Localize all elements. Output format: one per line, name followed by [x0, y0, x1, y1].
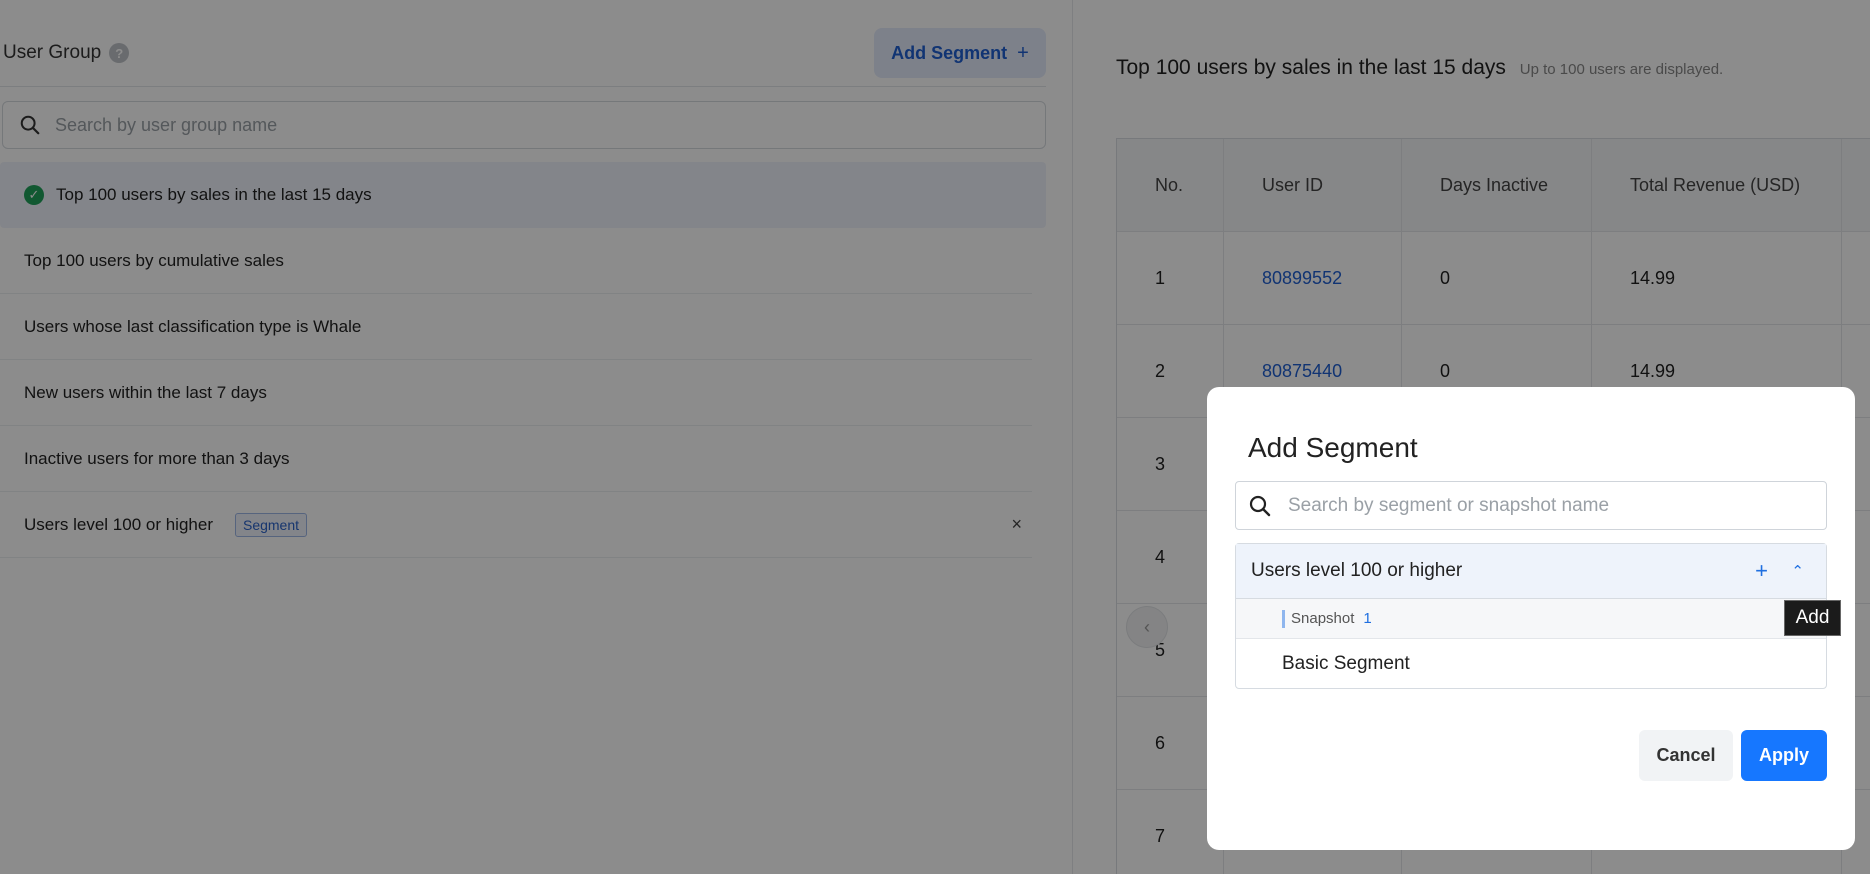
cancel-button[interactable]: Cancel: [1639, 730, 1733, 781]
segment-group-header[interactable]: Users level 100 or higher + ⌃: [1236, 544, 1826, 599]
search-icon: [1249, 495, 1271, 516]
basic-segment-row[interactable]: Basic Segment: [1236, 639, 1826, 688]
snapshot-count: 1: [1363, 610, 1372, 627]
basic-segment-label: Basic Segment: [1282, 652, 1410, 674]
chevron-up-icon[interactable]: ⌃: [1791, 562, 1804, 580]
modal-title: Add Segment: [1248, 432, 1418, 463]
plus-icon[interactable]: +: [1755, 558, 1768, 584]
add-tooltip: Add: [1784, 600, 1841, 636]
snapshot-indicator: [1282, 609, 1285, 628]
snapshot-label: Snapshot: [1291, 610, 1355, 627]
segment-search-input[interactable]: Search by segment or snapshot name: [1235, 481, 1827, 530]
segment-list: Users level 100 or higher + ⌃ Snapshot 1…: [1235, 543, 1827, 689]
search-placeholder: Search by segment or snapshot name: [1288, 494, 1610, 516]
add-segment-modal: Add Segment Search by segment or snapsho…: [1207, 387, 1855, 850]
snapshot-row[interactable]: Snapshot 1: [1236, 599, 1826, 639]
apply-button[interactable]: Apply: [1741, 730, 1827, 781]
segment-group-label: Users level 100 or higher: [1251, 560, 1463, 581]
